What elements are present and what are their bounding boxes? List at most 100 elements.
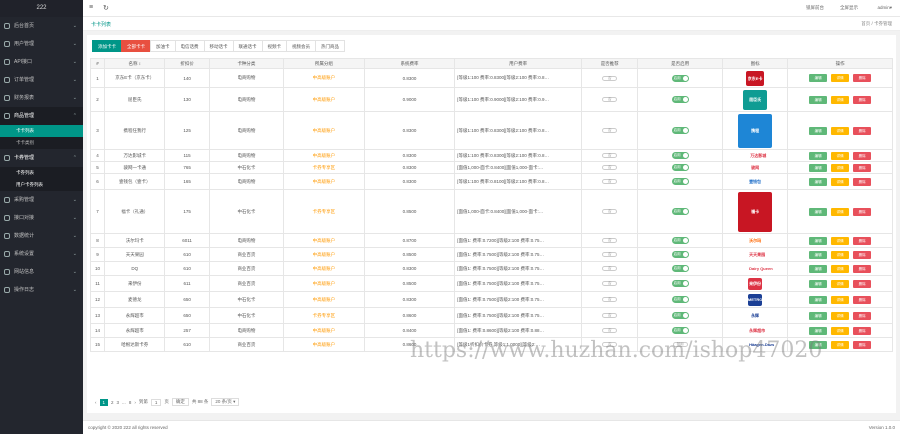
enable-switch[interactable]: 启用: [671, 127, 689, 134]
recommend-toggle[interactable]: 否: [602, 209, 618, 215]
sidebar-item[interactable]: API接口 ⌄: [0, 53, 83, 71]
submenu-item[interactable]: 卡卡类别: [0, 137, 83, 149]
next-page-button[interactable]: ›: [134, 400, 136, 405]
detail-button[interactable]: 详情: [831, 340, 850, 349]
detail-button[interactable]: 详情: [831, 163, 850, 172]
sidebar-item[interactable]: 卡券管理 ⌃: [0, 149, 83, 167]
edit-button[interactable]: 编辑: [809, 126, 828, 135]
sidebar-item[interactable]: 采购管理 ⌄: [0, 191, 83, 209]
recommend-toggle[interactable]: 否: [602, 281, 618, 287]
goto-button[interactable]: 确定: [171, 398, 189, 406]
edit-button[interactable]: 编辑: [809, 295, 828, 304]
sidebar-item[interactable]: 财务报表 ⌄: [0, 89, 83, 107]
page-8-button[interactable]: 8: [129, 400, 132, 405]
enable-switch[interactable]: 启用: [671, 208, 689, 215]
sidebar-item[interactable]: 数据统计 ⌄: [0, 227, 83, 245]
enable-switch[interactable]: 启用: [671, 237, 689, 244]
submenu-item[interactable]: 用户卡券列表: [0, 179, 83, 191]
recommend-toggle[interactable]: 否: [602, 179, 618, 185]
filter-tab[interactable]: 视频会员: [286, 40, 316, 52]
detail-button[interactable]: 详情: [831, 295, 850, 304]
enable-switch[interactable]: 启用: [671, 178, 689, 185]
filter-tab[interactable]: 添加卡卡: [92, 40, 122, 52]
edit-button[interactable]: 编辑: [809, 264, 828, 273]
recommend-toggle[interactable]: 否: [602, 252, 618, 258]
edit-button[interactable]: 编辑: [809, 151, 828, 160]
delete-button[interactable]: 删除: [853, 279, 872, 288]
edit-button[interactable]: 编辑: [809, 311, 828, 320]
edit-button[interactable]: 编辑: [809, 177, 828, 186]
recommend-toggle[interactable]: 否: [602, 238, 618, 244]
delete-button[interactable]: 删除: [853, 95, 872, 104]
delete-button[interactable]: 删除: [853, 340, 872, 349]
per-page-select[interactable]: 20 条/页 ▾: [211, 398, 240, 406]
delete-button[interactable]: 删除: [853, 295, 872, 304]
sidebar-item[interactable]: 网站信息 ⌄: [0, 263, 83, 281]
page-3-button[interactable]: 3: [117, 400, 120, 405]
delete-button[interactable]: 删除: [853, 74, 872, 82]
enable-switch[interactable]: 启用: [671, 312, 689, 319]
recommend-toggle[interactable]: 否: [602, 128, 618, 134]
filter-tab[interactable]: 视频卡: [261, 40, 287, 52]
detail-button[interactable]: 详情: [831, 311, 850, 320]
prev-page-button[interactable]: ‹: [95, 400, 97, 405]
column-header[interactable]: 名称 ↕: [104, 58, 166, 69]
lock-screen-link[interactable]: 锁屏前台: [806, 5, 824, 11]
sidebar-item[interactable]: 接口对接 ⌄: [0, 209, 83, 227]
detail-button[interactable]: 详情: [831, 126, 850, 135]
sidebar-item[interactable]: 用户管理 ⌄: [0, 35, 83, 53]
enable-switch[interactable]: 启用: [671, 74, 689, 82]
delete-button[interactable]: 删除: [853, 311, 872, 320]
submenu-item[interactable]: 卡卡列表: [0, 125, 83, 137]
sidebar-item[interactable]: 系统设置 ⌄: [0, 245, 83, 263]
page-1-button[interactable]: 1: [99, 398, 109, 406]
enable-switch[interactable]: 启用: [671, 251, 689, 258]
menu-toggle-icon[interactable]: ≡: [89, 4, 93, 11]
detail-button[interactable]: 详情: [831, 151, 850, 160]
detail-button[interactable]: 详情: [831, 236, 850, 245]
recommend-toggle[interactable]: 否: [602, 165, 618, 171]
recommend-toggle[interactable]: 否: [602, 266, 618, 272]
fullscreen-link[interactable]: 全屏显示: [840, 5, 858, 11]
edit-button[interactable]: 编辑: [809, 207, 828, 216]
recommend-toggle[interactable]: 否: [602, 313, 618, 319]
edit-button[interactable]: 编辑: [809, 326, 828, 335]
edit-button[interactable]: 编辑: [809, 236, 828, 245]
detail-button[interactable]: 详情: [831, 95, 850, 104]
recommend-toggle[interactable]: 否: [602, 328, 618, 334]
delete-button[interactable]: 删除: [853, 151, 872, 160]
delete-button[interactable]: 删除: [853, 250, 872, 259]
detail-button[interactable]: 详情: [831, 326, 850, 335]
edit-button[interactable]: 编辑: [809, 95, 828, 104]
delete-button[interactable]: 删除: [853, 126, 872, 135]
enable-switch[interactable]: 启用: [671, 265, 689, 272]
delete-button[interactable]: 删除: [853, 207, 872, 216]
delete-button[interactable]: 删除: [853, 163, 872, 172]
delete-button[interactable]: 删除: [853, 177, 872, 186]
filter-tab[interactable]: 移动话卡: [203, 40, 234, 52]
enable-switch[interactable]: 启用: [671, 280, 689, 287]
filter-tab[interactable]: 全部卡卡: [121, 40, 151, 52]
user-menu[interactable]: admin▾: [877, 5, 892, 11]
enable-switch[interactable]: 启用: [671, 296, 689, 303]
delete-button[interactable]: 删除: [853, 326, 872, 335]
recommend-toggle[interactable]: 否: [602, 97, 618, 103]
detail-button[interactable]: 详情: [831, 279, 850, 288]
recommend-toggle[interactable]: 否: [602, 297, 618, 303]
recommend-toggle[interactable]: 否: [602, 75, 618, 81]
submenu-item[interactable]: 卡券列表: [0, 167, 83, 179]
sidebar-item[interactable]: 操作日志 ⌄: [0, 281, 83, 299]
detail-button[interactable]: 详情: [831, 207, 850, 216]
edit-button[interactable]: 编辑: [809, 279, 828, 288]
enable-switch[interactable]: 启用: [671, 96, 689, 103]
delete-button[interactable]: 删除: [853, 236, 872, 245]
filter-tab[interactable]: 电信话费: [174, 40, 205, 52]
enable-switch[interactable]: 启用: [671, 164, 689, 171]
enable-switch[interactable]: 启用: [671, 327, 689, 334]
enable-switch[interactable]: 启用: [671, 152, 689, 159]
detail-button[interactable]: 详情: [831, 74, 850, 82]
detail-button[interactable]: 详情: [831, 250, 850, 259]
edit-button[interactable]: 编辑: [809, 74, 828, 82]
recommend-toggle[interactable]: 否: [602, 153, 618, 159]
detail-button[interactable]: 详情: [831, 264, 850, 273]
